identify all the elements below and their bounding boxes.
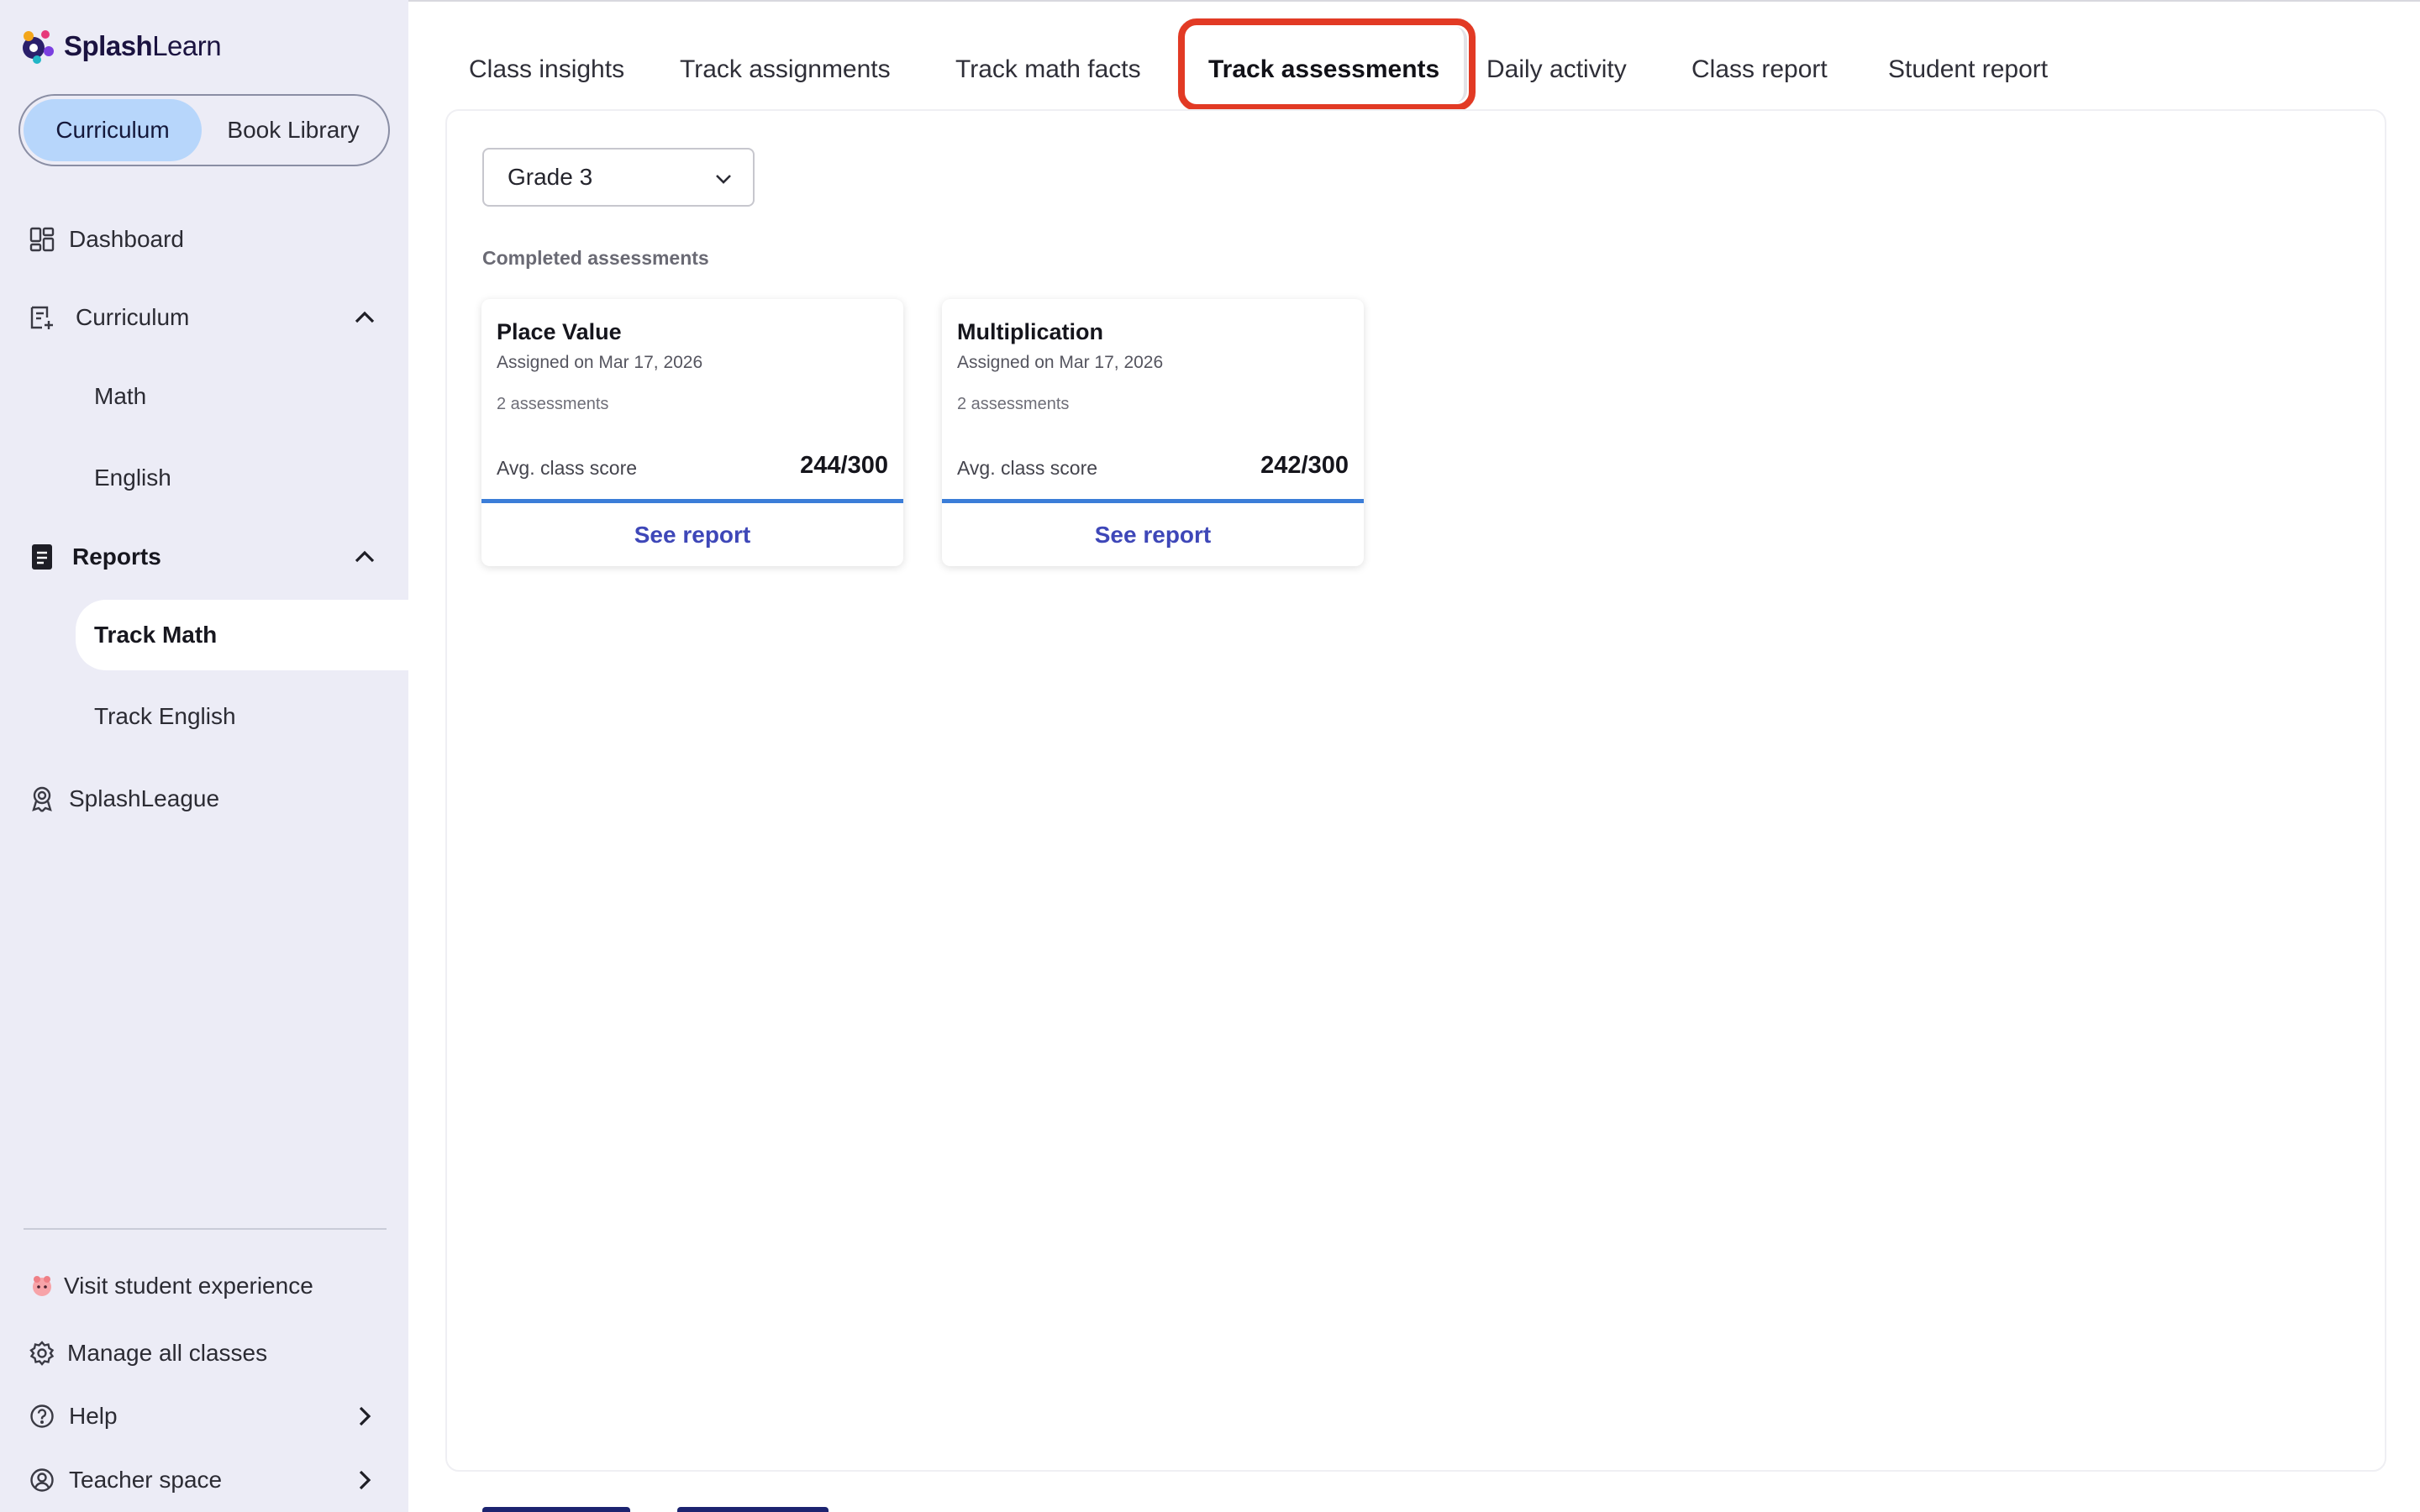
assessment-card: Place Value Assigned on Mar 17, 2026 2 a… — [481, 299, 903, 566]
manage-all-classes-link[interactable]: Manage all classes — [0, 1324, 408, 1383]
reports-icon — [27, 542, 57, 572]
curriculum-icon — [27, 302, 57, 333]
assessment-title: Place Value — [497, 319, 622, 344]
card-divider — [942, 499, 1364, 503]
completed-assessments-heading: Completed assessments — [482, 247, 709, 269]
tab-daily-activity[interactable]: Daily activity — [1486, 34, 1627, 106]
tab-class-report[interactable]: Class report — [1691, 34, 1828, 106]
assessment-card: Multiplication Assigned on Mar 17, 2026 … — [942, 299, 1364, 566]
dashboard-icon — [27, 224, 57, 255]
see-report-button[interactable]: See report — [481, 504, 903, 566]
sidebar-subitem-track-math[interactable]: Track Math — [76, 600, 408, 670]
chevron-right-icon[interactable] — [350, 1401, 380, 1431]
chevron-up-icon[interactable] — [350, 542, 380, 572]
tab-track-assignments[interactable]: Track assignments — [680, 34, 891, 106]
sidebar-item-dashboard[interactable]: Dashboard — [0, 210, 408, 269]
student-avatar-icon — [27, 1271, 57, 1301]
tab-student-report[interactable]: Student report — [1888, 34, 2048, 106]
sidebar-item-label: Dashboard — [69, 226, 184, 252]
grade-select[interactable]: Grade 3 — [482, 148, 755, 207]
sidebar-item-label: SplashLeague — [69, 785, 220, 811]
assessment-count: 2 assessments — [497, 395, 609, 413]
book-library-toggle[interactable]: Book Library — [202, 99, 385, 161]
avg-score-label: Avg. class score — [497, 457, 638, 479]
brand-name: SplashLearn — [64, 30, 222, 61]
sidebar-subitem-math[interactable]: Math — [94, 383, 146, 410]
bottom-action-button[interactable] — [482, 1507, 630, 1512]
card-divider — [481, 499, 903, 503]
gear-icon — [27, 1338, 57, 1368]
bottom-action-button[interactable] — [677, 1507, 829, 1512]
user-circle-icon — [27, 1465, 57, 1495]
sidebar: SplashLearn Curriculum Book Library Dash… — [0, 0, 408, 1512]
grade-select-value: Grade 3 — [508, 164, 593, 190]
sidebar-item-splashleague[interactable]: SplashLeague — [0, 769, 408, 828]
splashlearn-logo-icon — [23, 30, 54, 64]
chevron-right-icon[interactable] — [350, 1465, 380, 1495]
award-icon — [27, 784, 57, 814]
help-icon — [27, 1401, 57, 1431]
chevron-down-icon — [716, 175, 731, 184]
top-border — [408, 0, 2420, 2]
sidebar-item-label: Teacher space — [69, 1467, 223, 1493]
curriculum-toggle[interactable]: Curriculum — [24, 99, 202, 161]
assigned-date: Assigned on Mar 17, 2026 — [497, 353, 703, 372]
help-menu[interactable]: Help — [0, 1387, 408, 1446]
sidebar-item-reports-header[interactable]: Reports — [0, 528, 408, 586]
chevron-up-icon[interactable] — [350, 302, 380, 333]
avg-score-label: Avg. class score — [957, 457, 1098, 479]
assessment-count: 2 assessments — [957, 395, 1070, 413]
sidebar-item-label: Help — [69, 1403, 118, 1429]
tab-class-insights[interactable]: Class insights — [469, 34, 624, 106]
tab-track-assessments[interactable]: Track assessments — [1208, 34, 1439, 106]
sidebar-item-label: Visit student experience — [64, 1273, 313, 1299]
sidebar-item-label: Reports — [72, 543, 161, 570]
assigned-date: Assigned on Mar 17, 2026 — [957, 353, 1164, 372]
teacher-space-menu[interactable]: Teacher space — [0, 1451, 408, 1509]
sidebar-item-curriculum[interactable]: Curriculum — [0, 288, 408, 347]
sidebar-subitem-english[interactable]: English — [94, 465, 171, 491]
visit-student-experience-link[interactable]: Visit student experience — [0, 1257, 408, 1315]
brand-logo[interactable]: SplashLearn — [18, 25, 222, 67]
sidebar-divider — [24, 1228, 387, 1230]
tab-track-math-facts[interactable]: Track math facts — [955, 34, 1141, 106]
sidebar-item-label: Curriculum — [76, 304, 190, 330]
sidebar-subitem-track-english[interactable]: Track English — [94, 703, 236, 730]
avg-score-value: 242/300 — [1260, 452, 1349, 479]
assessment-title: Multiplication — [957, 319, 1103, 344]
sidebar-item-label: Manage all classes — [67, 1340, 268, 1366]
avg-score-value: 244/300 — [800, 452, 888, 479]
library-switch: Curriculum Book Library — [18, 94, 390, 166]
see-report-button[interactable]: See report — [942, 504, 1364, 566]
sidebar-edge — [408, 526, 442, 600]
